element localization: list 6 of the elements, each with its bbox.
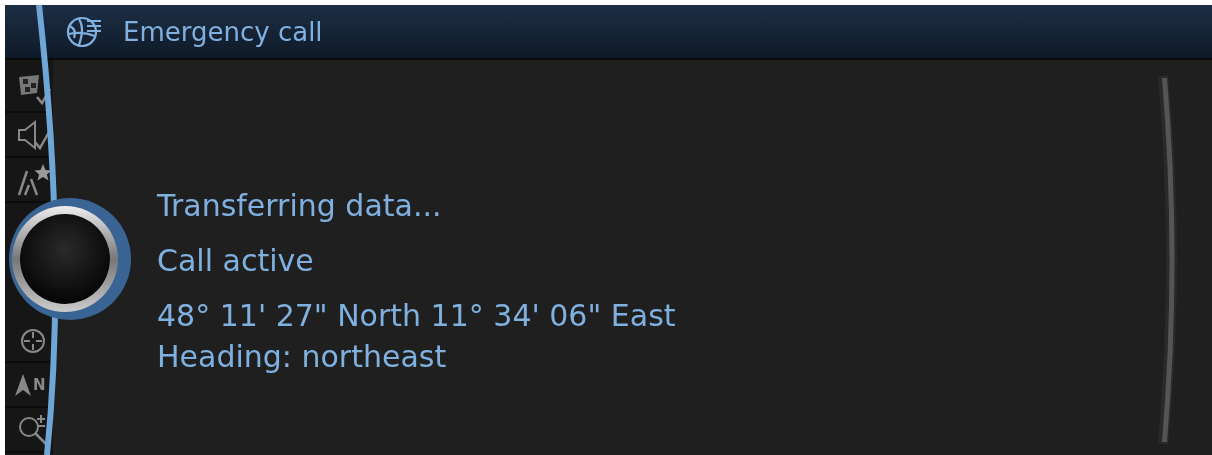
status-text: Transferring data... xyxy=(157,187,443,225)
north-label: N xyxy=(33,375,46,394)
window-title: Emergency call xyxy=(123,16,323,47)
heading-text: Heading: northeast xyxy=(157,338,448,376)
status-text: Call active xyxy=(157,242,315,280)
coordinates-text: 48° 11' 27" North 11° 34' 06" East xyxy=(157,297,677,335)
